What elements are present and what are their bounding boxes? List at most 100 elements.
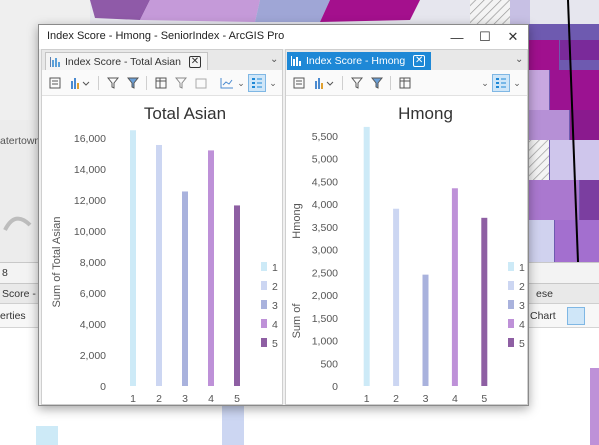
chart-pane-hmong: Index Score - Hmong ✕ ⌄ ⌄ ⌄ Hmong 0 500 1,0… — [285, 49, 528, 405]
bar-class-3 — [422, 274, 429, 386]
bar-chart-icon — [50, 56, 60, 67]
x-tick-label: 2 — [393, 393, 399, 404]
y-tick-label: 14,000 — [74, 164, 106, 176]
legend-label: 3 — [519, 300, 525, 312]
right-tab-label[interactable]: ese — [536, 288, 553, 300]
close-icon[interactable]: ✕ — [413, 55, 426, 67]
x-tick-label: 3 — [423, 393, 429, 404]
legend-label: 1 — [272, 262, 278, 274]
legend-swatch — [261, 281, 267, 290]
chart-type-icon[interactable] — [312, 74, 336, 92]
map-place-label: atertown — [0, 135, 41, 147]
y-tick-label: 3,000 — [312, 245, 338, 257]
zoom-value[interactable]: 8 — [2, 267, 8, 279]
window-titlebar[interactable]: Index Score - Hmong - SeniorIndex - ArcG… — [39, 25, 528, 49]
legend-swatch — [261, 262, 267, 271]
legend-swatch — [508, 338, 514, 347]
chevron-down-icon[interactable]: ⌄ — [270, 54, 278, 65]
chart-settings-icon[interactable] — [218, 74, 236, 92]
y-tick-label: 0 — [332, 381, 338, 393]
properties-icon[interactable] — [290, 74, 308, 92]
legend-label: 4 — [519, 319, 525, 331]
filter-icon[interactable] — [172, 74, 190, 92]
y-tick-label: 16,000 — [74, 133, 106, 145]
pane-tabbar: Index Score - Total Asian ✕ ⌄ — [42, 50, 282, 70]
tab-label: Index Score - Total Asian — [65, 55, 181, 68]
x-tick-label: 4 — [208, 393, 214, 404]
y-axis-label: Hmong — [291, 203, 303, 238]
tab-index-score-hmong[interactable]: Index Score - Hmong ✕ — [287, 52, 432, 70]
legend-label: 1 — [519, 262, 525, 274]
bar-class-2 — [393, 208, 400, 386]
y-tick-label: 500 — [320, 358, 338, 370]
minimize-icon[interactable]: — — [445, 27, 469, 47]
chevron-down-icon[interactable]: ⌄ — [268, 74, 278, 92]
chart-total-asian[interactable]: Total Asian02,0004,0006,0008,00010,00012… — [42, 96, 282, 404]
chart-type-icon[interactable] — [68, 74, 92, 92]
properties-label[interactable]: erties — [0, 310, 26, 322]
y-tick-label: 5,000 — [312, 154, 338, 166]
y-tick-label: 1,500 — [312, 313, 338, 325]
filter-selection-icon[interactable] — [124, 74, 142, 92]
legend-swatch — [261, 338, 267, 347]
filter-extent-icon[interactable] — [348, 74, 366, 92]
y-tick-label: 1,000 — [312, 336, 338, 348]
y-tick-label: 4,000 — [80, 319, 106, 331]
y-tick-label: 12,000 — [74, 195, 106, 207]
chart-button-label[interactable]: Chart — [530, 310, 556, 322]
toolbar-separator — [390, 76, 391, 90]
legend-swatch — [508, 300, 514, 309]
y-tick-label: 10,000 — [74, 226, 106, 238]
filter-selection-icon[interactable] — [368, 74, 386, 92]
table-icon[interactable] — [152, 74, 170, 92]
chevron-down-icon[interactable]: ⌄ — [236, 74, 246, 92]
x-tick-label: 5 — [234, 393, 240, 404]
tab-label: Index Score - Hmong — [306, 55, 406, 67]
legend-label: 3 — [272, 300, 278, 312]
x-tick-label: 3 — [182, 393, 188, 404]
chevron-down-icon[interactable]: ⌄ — [515, 54, 523, 65]
y-tick-label: 4,000 — [312, 199, 338, 211]
export-icon[interactable] — [192, 74, 210, 92]
legend-icon[interactable] — [492, 74, 510, 92]
chevron-down-icon[interactable]: ⌄ — [480, 74, 490, 92]
x-tick-label: 2 — [156, 393, 162, 404]
properties-icon[interactable] — [46, 74, 64, 92]
y-tick-label: 2,000 — [312, 290, 338, 302]
y-tick-label: 2,000 — [80, 350, 106, 362]
y-axis-label: Sum of Total Asian — [51, 217, 63, 308]
y-tick-label: 4,500 — [312, 176, 338, 188]
table-icon[interactable] — [396, 74, 414, 92]
pane-tabbar: Index Score - Hmong ✕ ⌄ — [286, 50, 527, 70]
legend-swatch — [261, 300, 267, 309]
toolbar-separator — [342, 76, 343, 90]
toolbar-separator — [146, 76, 147, 90]
maximize-icon[interactable]: ☐ — [473, 27, 497, 47]
chart-hmong[interactable]: Hmong 0 500 1,000 1,500 2,000 2,500 3,000 3,500 4… — [286, 96, 527, 404]
filter-extent-icon[interactable] — [104, 74, 122, 92]
select-icon[interactable] — [567, 307, 585, 325]
chart-pane-total-asian: Index Score - Total Asian ✕ ⌄ ⌄ ⌄ Total … — [41, 49, 283, 405]
legend-swatch — [508, 281, 514, 290]
bar-class-5 — [481, 217, 488, 386]
legend-label: 2 — [519, 281, 525, 293]
bar-class-1 — [363, 126, 370, 386]
legend-icon[interactable] — [248, 74, 266, 92]
close-icon[interactable]: ✕ — [188, 55, 201, 68]
bar-class-1 — [130, 130, 136, 386]
bar-class-4 — [451, 188, 458, 386]
y-tick-label: 6,000 — [80, 288, 106, 300]
window-title: Index Score - Hmong - SeniorIndex - ArcG… — [47, 30, 285, 42]
x-tick-label: 1 — [130, 393, 136, 404]
y-axis-label: Sum of — [291, 303, 303, 339]
tab-index-score-total-asian[interactable]: Index Score - Total Asian ✕ — [45, 52, 208, 70]
y-tick-label: 5,500 — [312, 131, 338, 143]
chevron-down-icon[interactable]: ⌄ — [512, 74, 522, 92]
chart-toolbar: ⌄ ⌄ — [286, 70, 527, 96]
chart-title: Hmong — [398, 104, 453, 123]
legend-swatch — [261, 319, 267, 328]
toolbar-separator — [98, 76, 99, 90]
legend-label: 5 — [272, 338, 278, 350]
bar-chart-icon — [291, 56, 301, 66]
close-icon[interactable]: ✕ — [501, 27, 525, 47]
